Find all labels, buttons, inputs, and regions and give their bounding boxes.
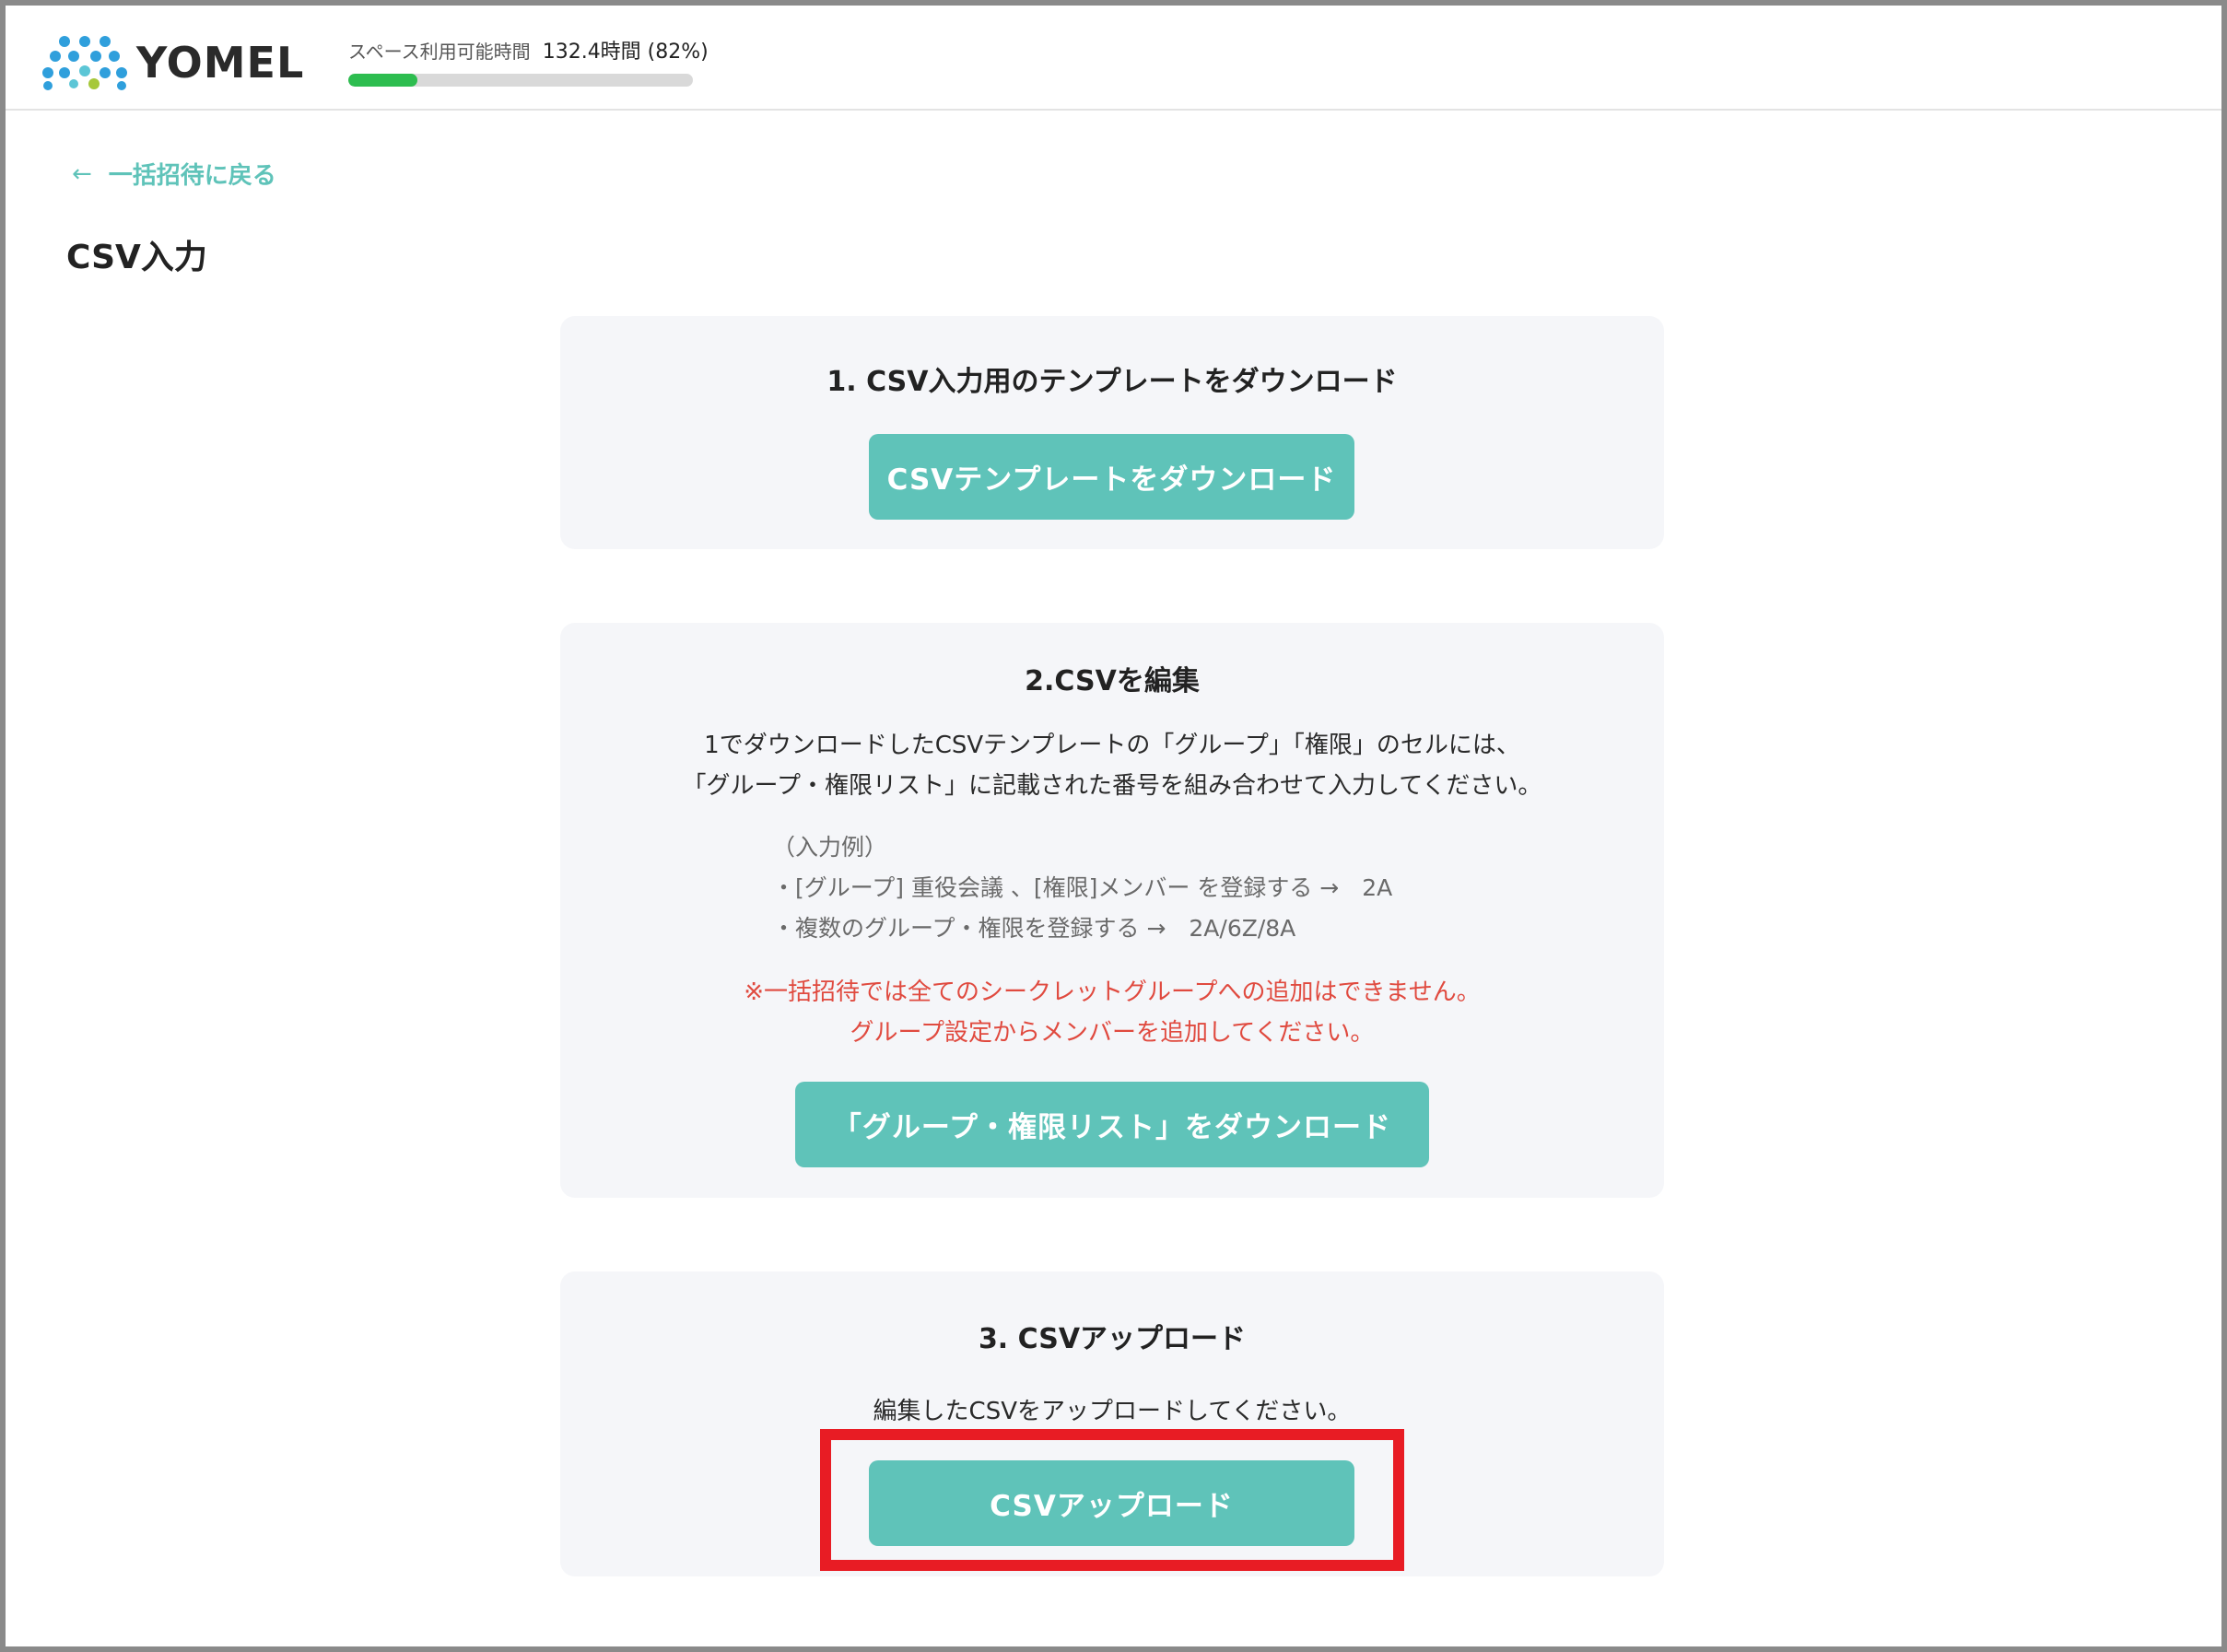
step2-title: 2.CSVを編集 [1025, 665, 1200, 697]
step3-card: 3. CSVアップロード 編集したCSVをアップロードしてください。 CSVアッ… [560, 1271, 1664, 1576]
example-line: ・[グループ] 重役会議 、[権限]メンバー を登録する → 2A [772, 874, 1393, 901]
usage-progress-bar [348, 74, 693, 87]
step3-description: 編集したCSVをアップロードしてください。 [873, 1398, 1352, 1425]
input-example: （入力例） ・[グループ] 重役会議 、[権限]メンバー を登録する → 2A … [772, 827, 1392, 949]
back-to-bulk-invite-link[interactable]: ← 一括招待に戻る [72, 157, 276, 191]
step2-description: 1でダウンロードしたCSVテンプレートの「グループ」「権限」のセルには、 「グル… [560, 725, 1664, 806]
warning-line: グループ設定からメンバーを追加してください。 [850, 1019, 1375, 1047]
space-usage: スペース利用可能時間 132.4時間 (82%) [348, 35, 709, 87]
step1-card: 1. CSV入力用のテンプレートをダウンロード CSVテンプレートをダウンロード [560, 316, 1664, 549]
download-group-permission-list-button[interactable]: 「グループ・権限リスト」をダウンロード [795, 1082, 1429, 1167]
arrow-left-icon: ← [72, 159, 92, 188]
yomel-logo-icon [42, 36, 127, 90]
example-line: （入力例） [772, 834, 888, 861]
app-header: YOMEL スペース利用可能時間 132.4時間 (82%) [6, 6, 2221, 111]
logo-text: YOMEL [136, 38, 305, 88]
usage-value: 132.4時間 (82%) [542, 41, 709, 64]
usage-progress-fill [348, 74, 417, 87]
step2-card: 2.CSVを編集 1でダウンロードしたCSVテンプレートの「グループ」「権限」の… [560, 623, 1664, 1198]
page-title: CSV入力 [66, 239, 207, 276]
secret-group-warning: ※一括招待では全てのシークレットグループへの追加はできません。 グループ設定から… [560, 972, 1664, 1053]
back-link-label: 一括招待に戻る [108, 162, 276, 190]
warning-line: ※一括招待では全てのシークレットグループへの追加はできません。 [744, 978, 1481, 1006]
step2-description-line: 1でダウンロードしたCSVテンプレートの「グループ」「権限」のセルには、 [704, 732, 1520, 759]
step2-description-line: 「グループ・権限リスト」に記載された番号を組み合わせて入力してください。 [682, 772, 1542, 800]
step3-title: 3. CSVアップロード [978, 1323, 1247, 1355]
step1-title: 1. CSV入力用のテンプレートをダウンロード [826, 366, 1398, 398]
example-line: ・複数のグループ・権限を登録する → 2A/6Z/8A [772, 915, 1296, 942]
csv-upload-button[interactable]: CSVアップロード [869, 1460, 1354, 1546]
yomel-logo[interactable]: YOMEL [42, 33, 304, 92]
usage-label: スペース利用可能時間 [348, 41, 531, 63]
download-csv-template-button[interactable]: CSVテンプレートをダウンロード [869, 434, 1354, 520]
